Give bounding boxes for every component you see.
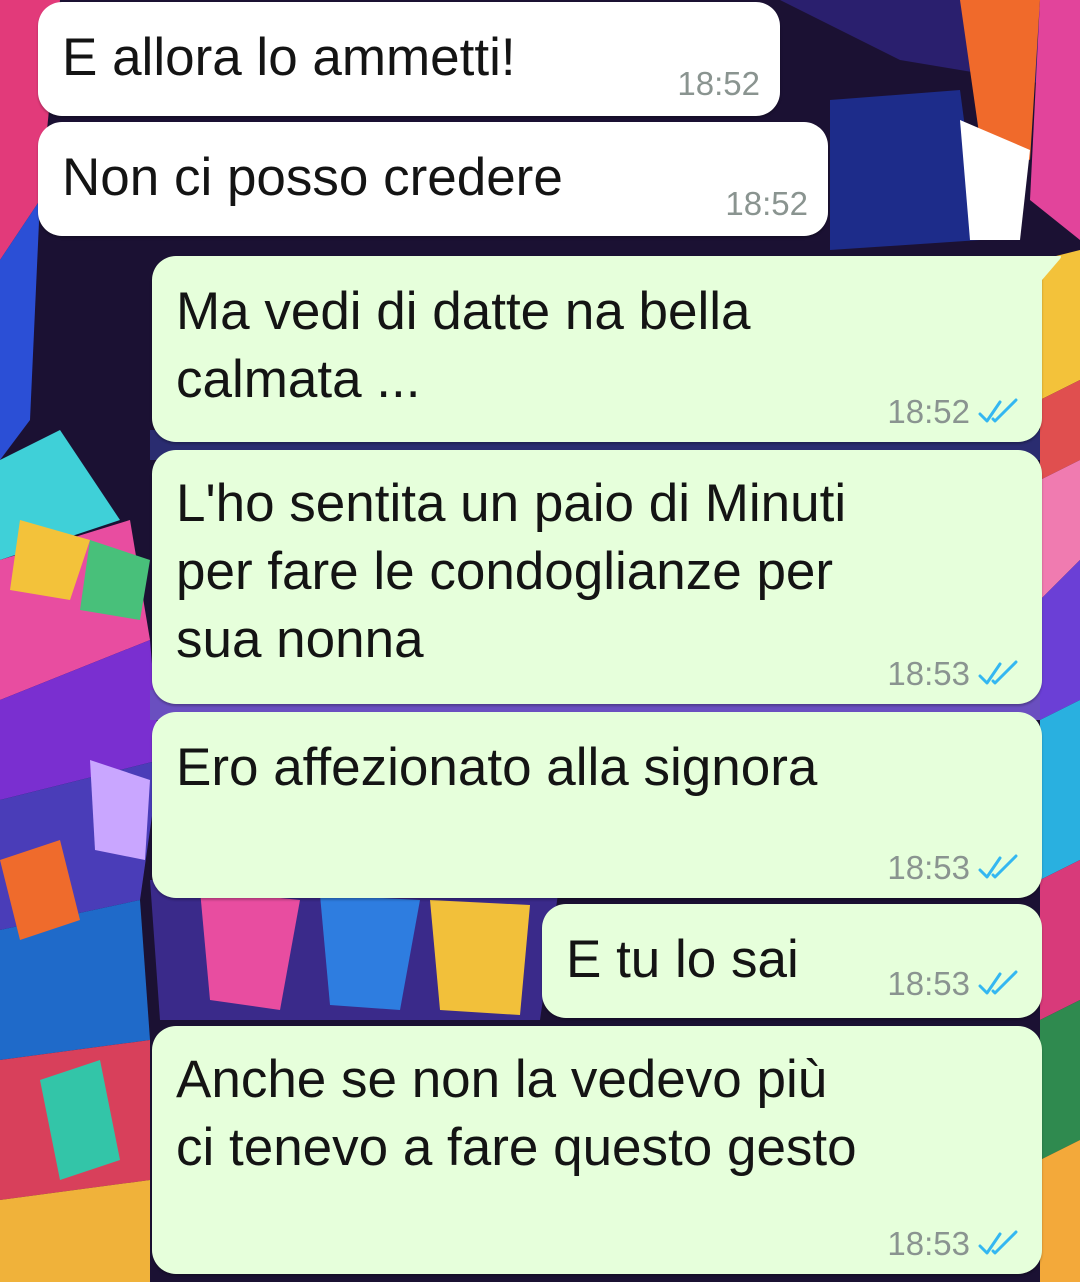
message-text: L'ho sentita un paio di Minuti per fare …: [176, 474, 847, 669]
message-bubble-outgoing[interactable]: Ma vedi di datte na bella calmata ... 18…: [152, 256, 1042, 442]
message-time: 18:52: [725, 185, 808, 222]
message-time: 18:52: [677, 65, 760, 102]
message-meta: 18:52: [887, 394, 1022, 430]
message-time: 18:53: [887, 849, 970, 886]
double-check-icon: [978, 660, 1018, 685]
message-time: 18:53: [887, 655, 970, 692]
double-check-icon: [978, 854, 1018, 879]
message-meta: 18:53: [887, 850, 1022, 886]
double-check-icon: [978, 398, 1018, 423]
message-meta: 18:52: [725, 186, 808, 222]
message-text: E tu lo sai: [566, 930, 799, 989]
message-text: Anche se non la vedevo più ci tenevo a f…: [176, 1050, 857, 1177]
message-bubble-outgoing[interactable]: L'ho sentita un paio di Minuti per fare …: [152, 450, 1042, 704]
message-bubble-incoming[interactable]: Non ci posso credere 18:52: [38, 122, 828, 236]
message-time: 18:52: [887, 393, 970, 430]
message-meta: 18:53: [887, 966, 1022, 1002]
message-bubble-outgoing[interactable]: E tu lo sai 18:53: [542, 904, 1042, 1018]
message-bubble-outgoing[interactable]: Ero affezionato alla signora 18:53: [152, 712, 1042, 898]
message-time: 18:53: [887, 965, 970, 1002]
message-text: Ma vedi di datte na bella calmata ...: [176, 282, 751, 409]
message-meta: 18:53: [887, 656, 1022, 692]
message-bubble-incoming[interactable]: E allora lo ammetti! 18:52: [38, 2, 780, 116]
message-bubble-outgoing[interactable]: Anche se non la vedevo più ci tenevo a f…: [152, 1026, 1042, 1274]
message-time: 18:53: [887, 1225, 970, 1262]
message-meta: 18:53: [887, 1226, 1022, 1262]
double-check-icon: [978, 970, 1018, 995]
double-check-icon: [978, 1230, 1018, 1255]
message-text: Non ci posso credere: [62, 148, 563, 207]
message-text: E allora lo ammetti!: [62, 28, 516, 87]
message-meta: 18:52: [677, 66, 760, 102]
bubble-tail: [1036, 256, 1061, 280]
message-text: Ero affezionato alla signora: [176, 738, 818, 797]
